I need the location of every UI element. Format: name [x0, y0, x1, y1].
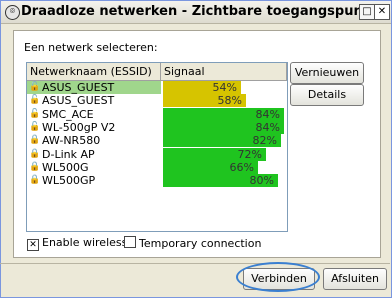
network-row[interactable]: 🔒 WL500GP 80%	[27, 174, 287, 188]
enable-wireless-label: Enable wireless	[42, 236, 128, 249]
close-button[interactable]: Afsluiten	[323, 268, 387, 290]
signal-bar: 84%	[163, 120, 284, 134]
network-name: ASUS_GUEST	[42, 81, 115, 94]
network-row[interactable]: 🔒 WL500G 66%	[27, 160, 287, 174]
network-row[interactable]: 🔒 D-Link AP 72%	[27, 147, 287, 161]
column-header-essid[interactable]: Netwerknaam (ESSID)	[27, 63, 161, 80]
signal-bar: 66%	[163, 160, 258, 174]
network-name: ASUS_GUEST	[42, 94, 115, 108]
lock-open-icon: 🔓	[29, 82, 41, 92]
checkbox-box[interactable]	[124, 236, 136, 248]
column-header-signal[interactable]: Signaal	[161, 63, 287, 80]
checkbox-box[interactable]: ✕	[27, 239, 39, 251]
network-row[interactable]: 🔓 SMC_ACE 84%	[27, 107, 287, 121]
signal-bar: 58%	[163, 94, 246, 108]
signal-bar: 72%	[163, 147, 266, 161]
window-title: Draadloze netwerken - Zichtbare toegangs…	[21, 4, 388, 19]
network-row[interactable]: 🔒 AW-NR580 82%	[27, 134, 287, 148]
network-name-cell: 🔓 ASUS_GUEST	[27, 81, 161, 94]
signal-bar: 54%	[163, 81, 241, 94]
signal-bar: 80%	[163, 174, 278, 188]
network-name-cell: 🔒 D-Link AP	[27, 148, 161, 161]
network-name-cell: 🔒 AW-NR580	[27, 134, 161, 147]
network-name-cell: 🔒 WL500G	[27, 161, 161, 174]
network-row[interactable]: 🔓 ASUS_GUEST 58%	[27, 94, 287, 108]
highlight-oval	[236, 262, 320, 292]
lock-closed-icon: 🔒	[29, 135, 41, 146]
title-bar: ⌾ Draadloze netwerken - Zichtbare toegan…	[1, 1, 391, 24]
enable-wireless-checkbox[interactable]: ✕ Enable wireless	[27, 236, 128, 251]
temporary-connection-checkbox[interactable]: Temporary connection	[124, 236, 261, 250]
lock-closed-icon: 🔒	[29, 161, 41, 172]
network-name-cell: 🔓 ASUS_GUEST	[27, 94, 161, 107]
network-name: D-Link AP	[42, 147, 95, 161]
lock-open-icon: 🔓	[29, 95, 41, 106]
network-name: WL500GP	[42, 174, 96, 188]
network-list[interactable]: Netwerknaam (ESSID) Signaal 🔓 ASUS_GUEST 5…	[26, 62, 288, 232]
lock-closed-icon: 🔒	[29, 175, 41, 186]
lock-open-icon: 🔓	[29, 121, 41, 132]
network-row[interactable]: 🔓 ASUS_GUEST 54%	[27, 81, 287, 94]
wifi-app-icon: ⌾	[5, 5, 20, 20]
separator	[0, 263, 390, 264]
maximize-button[interactable]: □	[359, 4, 375, 20]
lock-closed-icon: 🔒	[29, 148, 41, 159]
signal-bar: 82%	[163, 134, 281, 148]
temporary-connection-label: Temporary connection	[139, 237, 262, 250]
network-name-cell: 🔓 SMC_ACE	[27, 108, 161, 121]
network-name: WL-500gP V2	[42, 120, 116, 134]
network-name-cell: 🔒 WL500GP	[27, 174, 161, 187]
signal-bar: 84%	[163, 107, 284, 121]
network-name: AW-NR580	[42, 134, 101, 148]
group-label: Een netwerk selecteren:	[24, 41, 158, 54]
list-header: Netwerknaam (ESSID) Signaal	[27, 63, 287, 81]
network-name: SMC_ACE	[42, 107, 94, 121]
close-window-button[interactable]: ✕	[374, 4, 390, 20]
details-button[interactable]: Details	[290, 84, 364, 106]
network-row[interactable]: 🔓 WL-500gP V2 84%	[27, 120, 287, 134]
network-name-cell: 🔓 WL-500gP V2	[27, 121, 161, 134]
lock-open-icon: 🔓	[29, 108, 41, 119]
network-name: WL500G	[42, 160, 89, 174]
refresh-button[interactable]: Vernieuwen	[290, 62, 364, 84]
